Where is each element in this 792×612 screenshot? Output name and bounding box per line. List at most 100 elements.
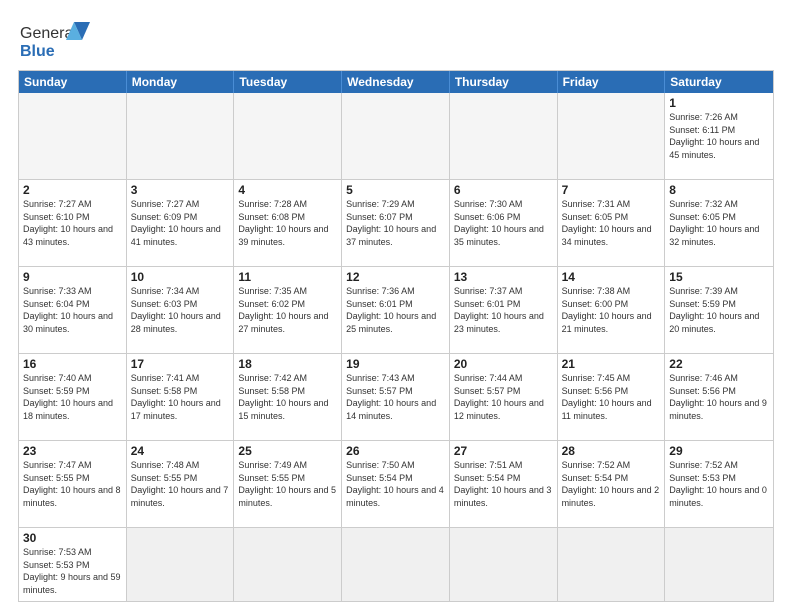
day-info: Sunrise: 7:30 AM Sunset: 6:06 PM Dayligh… [454,198,553,248]
calendar-header-cell: Saturday [665,71,773,93]
calendar-day-cell: 29Sunrise: 7:52 AM Sunset: 5:53 PM Dayli… [665,441,773,527]
calendar-day-cell: 26Sunrise: 7:50 AM Sunset: 5:54 PM Dayli… [342,441,450,527]
day-info: Sunrise: 7:32 AM Sunset: 6:05 PM Dayligh… [669,198,769,248]
day-number: 21 [562,357,661,371]
day-number: 14 [562,270,661,284]
day-info: Sunrise: 7:36 AM Sunset: 6:01 PM Dayligh… [346,285,445,335]
calendar: SundayMondayTuesdayWednesdayThursdayFrid… [18,70,774,602]
calendar-header-cell: Thursday [450,71,558,93]
day-info: Sunrise: 7:50 AM Sunset: 5:54 PM Dayligh… [346,459,445,509]
day-number: 12 [346,270,445,284]
day-number: 24 [131,444,230,458]
day-info: Sunrise: 7:40 AM Sunset: 5:59 PM Dayligh… [23,372,122,422]
day-number: 22 [669,357,769,371]
calendar-day-cell: 15Sunrise: 7:39 AM Sunset: 5:59 PM Dayli… [665,267,773,353]
day-info: Sunrise: 7:39 AM Sunset: 5:59 PM Dayligh… [669,285,769,335]
calendar-day-cell [558,528,666,601]
calendar-header-cell: Tuesday [234,71,342,93]
day-number: 30 [23,531,122,545]
day-number: 8 [669,183,769,197]
calendar-day-cell [558,93,666,179]
calendar-day-cell: 5Sunrise: 7:29 AM Sunset: 6:07 PM Daylig… [342,180,450,266]
calendar-header-row: SundayMondayTuesdayWednesdayThursdayFrid… [19,71,773,93]
calendar-week-row: 1Sunrise: 7:26 AM Sunset: 6:11 PM Daylig… [19,93,773,179]
day-number: 16 [23,357,122,371]
calendar-day-cell [234,93,342,179]
day-info: Sunrise: 7:26 AM Sunset: 6:11 PM Dayligh… [669,111,769,161]
day-info: Sunrise: 7:52 AM Sunset: 5:54 PM Dayligh… [562,459,661,509]
calendar-header-cell: Friday [558,71,666,93]
calendar-day-cell: 2Sunrise: 7:27 AM Sunset: 6:10 PM Daylig… [19,180,127,266]
day-info: Sunrise: 7:29 AM Sunset: 6:07 PM Dayligh… [346,198,445,248]
calendar-body: 1Sunrise: 7:26 AM Sunset: 6:11 PM Daylig… [19,93,773,601]
calendar-week-row: 2Sunrise: 7:27 AM Sunset: 6:10 PM Daylig… [19,179,773,266]
day-number: 7 [562,183,661,197]
calendar-day-cell [450,93,558,179]
calendar-day-cell: 27Sunrise: 7:51 AM Sunset: 5:54 PM Dayli… [450,441,558,527]
day-number: 13 [454,270,553,284]
calendar-day-cell: 22Sunrise: 7:46 AM Sunset: 5:56 PM Dayli… [665,354,773,440]
day-number: 6 [454,183,553,197]
day-info: Sunrise: 7:53 AM Sunset: 5:53 PM Dayligh… [23,546,122,596]
calendar-day-cell: 23Sunrise: 7:47 AM Sunset: 5:55 PM Dayli… [19,441,127,527]
calendar-header-cell: Monday [127,71,235,93]
day-number: 28 [562,444,661,458]
day-info: Sunrise: 7:51 AM Sunset: 5:54 PM Dayligh… [454,459,553,509]
calendar-day-cell: 10Sunrise: 7:34 AM Sunset: 6:03 PM Dayli… [127,267,235,353]
logo: GeneralBlue [18,18,98,62]
page: GeneralBlue SundayMondayTuesdayWednesday… [0,0,792,612]
calendar-day-cell: 28Sunrise: 7:52 AM Sunset: 5:54 PM Dayli… [558,441,666,527]
day-info: Sunrise: 7:38 AM Sunset: 6:00 PM Dayligh… [562,285,661,335]
calendar-day-cell: 17Sunrise: 7:41 AM Sunset: 5:58 PM Dayli… [127,354,235,440]
calendar-day-cell: 30Sunrise: 7:53 AM Sunset: 5:53 PM Dayli… [19,528,127,601]
day-info: Sunrise: 7:27 AM Sunset: 6:09 PM Dayligh… [131,198,230,248]
day-number: 3 [131,183,230,197]
calendar-day-cell: 8Sunrise: 7:32 AM Sunset: 6:05 PM Daylig… [665,180,773,266]
calendar-day-cell: 14Sunrise: 7:38 AM Sunset: 6:00 PM Dayli… [558,267,666,353]
day-number: 9 [23,270,122,284]
day-number: 19 [346,357,445,371]
day-info: Sunrise: 7:45 AM Sunset: 5:56 PM Dayligh… [562,372,661,422]
calendar-week-row: 23Sunrise: 7:47 AM Sunset: 5:55 PM Dayli… [19,440,773,527]
day-info: Sunrise: 7:34 AM Sunset: 6:03 PM Dayligh… [131,285,230,335]
day-info: Sunrise: 7:35 AM Sunset: 6:02 PM Dayligh… [238,285,337,335]
calendar-day-cell: 1Sunrise: 7:26 AM Sunset: 6:11 PM Daylig… [665,93,773,179]
day-number: 2 [23,183,122,197]
calendar-header-cell: Wednesday [342,71,450,93]
calendar-day-cell: 25Sunrise: 7:49 AM Sunset: 5:55 PM Dayli… [234,441,342,527]
calendar-day-cell [19,93,127,179]
day-number: 23 [23,444,122,458]
day-info: Sunrise: 7:48 AM Sunset: 5:55 PM Dayligh… [131,459,230,509]
calendar-day-cell: 9Sunrise: 7:33 AM Sunset: 6:04 PM Daylig… [19,267,127,353]
calendar-day-cell: 13Sunrise: 7:37 AM Sunset: 6:01 PM Dayli… [450,267,558,353]
day-info: Sunrise: 7:43 AM Sunset: 5:57 PM Dayligh… [346,372,445,422]
calendar-day-cell: 18Sunrise: 7:42 AM Sunset: 5:58 PM Dayli… [234,354,342,440]
calendar-day-cell: 19Sunrise: 7:43 AM Sunset: 5:57 PM Dayli… [342,354,450,440]
calendar-header-cell: Sunday [19,71,127,93]
calendar-day-cell: 11Sunrise: 7:35 AM Sunset: 6:02 PM Dayli… [234,267,342,353]
calendar-week-row: 9Sunrise: 7:33 AM Sunset: 6:04 PM Daylig… [19,266,773,353]
day-info: Sunrise: 7:33 AM Sunset: 6:04 PM Dayligh… [23,285,122,335]
day-number: 17 [131,357,230,371]
calendar-day-cell: 24Sunrise: 7:48 AM Sunset: 5:55 PM Dayli… [127,441,235,527]
day-info: Sunrise: 7:47 AM Sunset: 5:55 PM Dayligh… [23,459,122,509]
calendar-day-cell [665,528,773,601]
calendar-week-row: 16Sunrise: 7:40 AM Sunset: 5:59 PM Dayli… [19,353,773,440]
day-number: 10 [131,270,230,284]
calendar-day-cell [342,528,450,601]
day-info: Sunrise: 7:42 AM Sunset: 5:58 PM Dayligh… [238,372,337,422]
calendar-day-cell: 20Sunrise: 7:44 AM Sunset: 5:57 PM Dayli… [450,354,558,440]
day-info: Sunrise: 7:49 AM Sunset: 5:55 PM Dayligh… [238,459,337,509]
day-number: 11 [238,270,337,284]
day-number: 27 [454,444,553,458]
calendar-day-cell: 21Sunrise: 7:45 AM Sunset: 5:56 PM Dayli… [558,354,666,440]
calendar-week-row: 30Sunrise: 7:53 AM Sunset: 5:53 PM Dayli… [19,527,773,601]
day-info: Sunrise: 7:44 AM Sunset: 5:57 PM Dayligh… [454,372,553,422]
calendar-day-cell: 3Sunrise: 7:27 AM Sunset: 6:09 PM Daylig… [127,180,235,266]
calendar-day-cell [342,93,450,179]
calendar-day-cell [127,528,235,601]
header: GeneralBlue [18,18,774,62]
generalblue-logo-icon: GeneralBlue [18,18,98,62]
day-info: Sunrise: 7:27 AM Sunset: 6:10 PM Dayligh… [23,198,122,248]
day-number: 20 [454,357,553,371]
